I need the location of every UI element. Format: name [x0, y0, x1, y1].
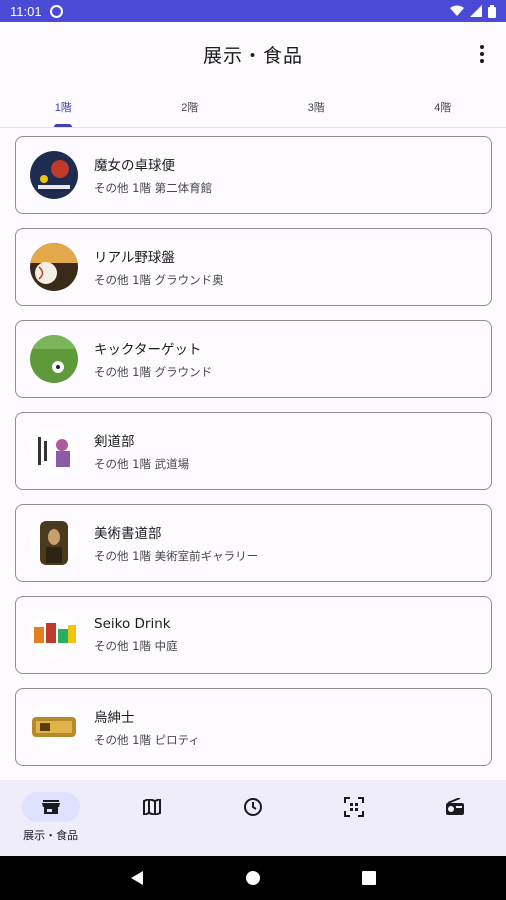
exhibit-list: 魔女の卓球便 その他 1階 第二体育館 リアル野球盤 その他 1階 グラウンド奥… — [0, 134, 506, 780]
list-item[interactable]: Seiko Drink その他 1階 中庭 — [15, 596, 492, 674]
tab-label: 1階 — [54, 101, 72, 114]
storefront-icon — [21, 792, 80, 822]
nav-radio[interactable] — [405, 780, 506, 856]
signal-icon — [470, 5, 482, 17]
item-subtitle: その他 1階 グラウンド奥 — [94, 273, 224, 287]
item-subtitle: その他 1階 中庭 — [94, 639, 178, 653]
item-thumbnail — [30, 519, 78, 567]
wifi-icon — [450, 5, 464, 16]
tab-label: 3階 — [307, 101, 325, 114]
tab-label: 4階 — [434, 101, 452, 114]
item-thumbnail — [30, 427, 78, 475]
item-title: 烏紳士 — [94, 710, 135, 726]
back-icon[interactable] — [130, 870, 144, 886]
item-thumbnail — [30, 335, 78, 383]
list-item[interactable]: 烏紳士 その他 1階 ピロティ — [15, 688, 492, 766]
tab-label: 2階 — [181, 101, 199, 114]
item-thumbnail — [30, 243, 78, 291]
nav-label: 展示・食品 — [23, 829, 79, 842]
item-title: 魔女の卓球便 — [94, 158, 175, 174]
item-title: 剣道部 — [94, 434, 135, 450]
nav-scan[interactable] — [304, 780, 405, 856]
status-bar: 11:01 — [0, 0, 506, 22]
item-title: リアル野球盤 — [94, 250, 175, 266]
tab-floor-3[interactable]: 3階 — [253, 86, 380, 127]
item-subtitle: その他 1階 第二体育館 — [94, 181, 213, 195]
nav-schedule[interactable] — [202, 780, 303, 856]
item-thumbnail — [30, 151, 78, 199]
status-icons — [450, 4, 496, 18]
item-subtitle: その他 1階 ピロティ — [94, 733, 200, 747]
list-item[interactable]: 美術書道部 その他 1階 美術室前ギャラリー — [15, 504, 492, 582]
clock-icon — [224, 792, 282, 822]
item-subtitle: その他 1階 武道場 — [94, 457, 190, 471]
item-thumbnail — [30, 703, 78, 751]
map-icon — [123, 792, 181, 822]
item-title: キックターゲット — [94, 342, 202, 358]
item-thumbnail — [30, 611, 78, 659]
list-item[interactable]: 魔女の卓球便 その他 1階 第二体育館 — [15, 136, 492, 214]
list-item[interactable]: リアル野球盤 その他 1階 グラウンド奥 — [15, 228, 492, 306]
item-title: 美術書道部 — [94, 526, 162, 542]
item-title: Seiko Drink — [94, 616, 171, 632]
tab-floor-2[interactable]: 2階 — [127, 86, 254, 127]
tab-floor-4[interactable]: 4階 — [380, 86, 506, 127]
page-title: 展示・食品 — [202, 44, 303, 67]
nav-map[interactable] — [101, 780, 202, 856]
home-icon[interactable] — [245, 870, 261, 886]
floor-tabs: 1階 2階 3階 4階 — [0, 86, 506, 128]
recents-icon[interactable] — [361, 871, 376, 885]
more-options-icon[interactable] — [466, 38, 498, 70]
radio-icon — [426, 792, 484, 822]
status-time: 11:01 — [10, 3, 42, 19]
system-navigation-bar — [0, 856, 506, 900]
battery-icon — [488, 4, 496, 18]
tab-floor-1[interactable]: 1階 — [0, 86, 127, 127]
list-item[interactable]: キックターゲット その他 1階 グラウンド — [15, 320, 492, 398]
item-subtitle: その他 1階 グラウンド — [94, 365, 213, 379]
app-bar: 展示・食品 — [0, 22, 506, 86]
bottom-navigation: 展示・食品 — [0, 780, 506, 856]
app-notification-icon — [49, 4, 63, 18]
item-subtitle: その他 1階 美術室前ギャラリー — [94, 549, 259, 563]
list-item[interactable]: 剣道部 その他 1階 武道場 — [15, 412, 492, 490]
nav-exhibits[interactable]: 展示・食品 — [0, 780, 101, 856]
qr-scan-icon — [325, 792, 383, 822]
